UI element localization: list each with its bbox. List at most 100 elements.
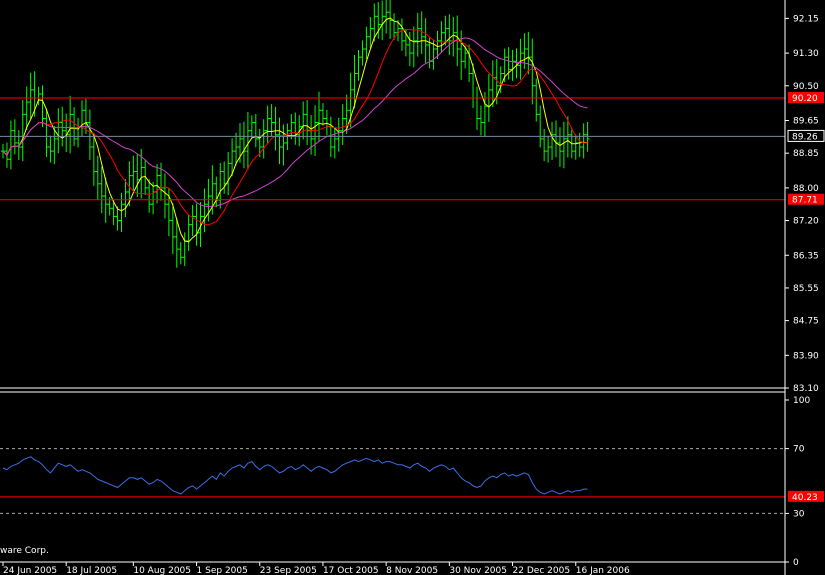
ohlc-bar	[415, 12, 420, 57]
ohlc-bar	[538, 105, 543, 148]
ohlc-bar	[8, 120, 13, 170]
ohlc-bar	[317, 91, 321, 142]
ohlc-bar	[68, 95, 73, 154]
ohlc-bar	[80, 100, 84, 137]
date-tick-label: 22 Dec 2005	[513, 566, 571, 575]
price-tick-label: 87.20	[793, 217, 819, 227]
ohlc-bar	[273, 106, 278, 151]
ohlc-bar	[194, 203, 199, 246]
price-tick-label: 86.35	[793, 251, 819, 261]
trading-chart: 92.15 91.30 90.50 89.65 88.85 88.00 87.20 86.35…	[0, 0, 825, 575]
ohlc-bar	[526, 31, 531, 75]
ohlc-bar	[44, 108, 49, 158]
ohlc-bar	[186, 214, 191, 251]
ohlc-bar	[301, 101, 306, 140]
date-tick-label: 16 Jan 2006	[576, 566, 630, 575]
ohlc-bar	[459, 30, 464, 80]
ohlc-bar	[249, 115, 254, 138]
ohlc-bar	[546, 135, 551, 163]
copyright-text: ware Corp.	[0, 546, 49, 556]
date-tick-label: 8 Nov 2005	[386, 566, 438, 575]
ohlc-bar	[162, 173, 167, 219]
ohlc-bar	[281, 124, 286, 166]
axes: 92.15 91.30 90.50 89.65 88.85 88.00 87.20 86.35…	[0, 0, 825, 575]
ohlc-bar	[324, 109, 329, 136]
ohlc-bar	[226, 151, 231, 196]
price-tick-label: 92.15	[793, 14, 819, 24]
oscillator-line	[2, 456, 588, 495]
ohlc-bar	[257, 128, 262, 158]
ohlc-bar	[87, 109, 92, 160]
ohlc-bar	[340, 104, 345, 145]
ohlc-bar	[320, 103, 325, 126]
price-level-label: 87.71	[792, 196, 818, 206]
ohlc-bar	[119, 192, 124, 232]
ohlc-bar	[293, 112, 298, 145]
date-tick-label: 30 Nov 2005	[449, 566, 507, 575]
ohlc-bar	[439, 21, 444, 53]
price-tick-label: 85.55	[793, 284, 819, 294]
ohlc-bar	[76, 118, 81, 148]
ohlc-bar	[20, 100, 25, 162]
ohlc-bar	[581, 123, 586, 159]
ohlc-bar	[218, 162, 223, 209]
ohlc-bar	[253, 113, 258, 148]
ohlc-bar	[447, 14, 452, 56]
date-tick-label: 17 Oct 2005	[323, 566, 379, 575]
ohlc-bar	[123, 179, 128, 218]
osc-tick-label: 70	[793, 445, 805, 455]
ohlc-bar	[467, 44, 472, 83]
price-tick-label: 83.10	[793, 384, 819, 394]
price-tick-label: 88.00	[793, 184, 819, 194]
osc-tick-label: 30	[793, 509, 805, 519]
ohlc-bar	[60, 106, 65, 147]
ohlc-bar	[356, 50, 361, 81]
date-tick-label: 24 Jun 2005	[3, 566, 57, 575]
ohlc-bar	[399, 18, 404, 51]
price-tick-label: 91.30	[793, 49, 819, 59]
ohlc-bar	[557, 127, 562, 167]
ohlc-bar	[151, 181, 156, 215]
ohlc-bar	[554, 120, 558, 158]
ohlc-bar	[40, 85, 45, 128]
ohlc-bar	[72, 107, 77, 147]
ohlc-bar	[380, 0, 385, 41]
osc-tick-label: 100	[793, 396, 810, 406]
ohlc-bar	[261, 119, 266, 159]
ohlc-bar	[99, 166, 104, 214]
ohlc-bar	[534, 78, 539, 122]
date-tick-label: 18 Jul 2005	[66, 566, 117, 575]
ohlc-bar	[202, 188, 207, 233]
ohlc-bar	[190, 205, 195, 237]
price-level-label: 90.20	[792, 94, 818, 104]
ohlc-bar	[241, 121, 246, 169]
price-tick-label: 84.75	[793, 317, 819, 327]
ohlc-bar	[155, 164, 160, 204]
ohlc-bar	[530, 38, 535, 105]
ohlc-bar	[336, 117, 341, 152]
oscillator-panel	[0, 448, 785, 514]
osc-tick-label: 0	[793, 558, 799, 568]
ohlc-bar	[131, 155, 136, 192]
ohlc-bar	[147, 179, 152, 213]
price-tick-label: 89.65	[793, 116, 819, 126]
ohlc-bar	[550, 121, 555, 160]
ohlc-bar	[348, 72, 353, 128]
date-tick-label: 1 Sep 2005	[197, 566, 248, 575]
date-tick-label: 10 Aug 2005	[133, 566, 191, 575]
price-tick-label: 83.90	[793, 351, 819, 361]
price-level-label: 89.26	[792, 132, 818, 142]
price-tick-label: 90.50	[793, 82, 819, 92]
ohlc-bar	[411, 26, 416, 68]
ohlc-bar	[364, 26, 369, 60]
price-panel	[0, 0, 785, 268]
date-tick-label: 23 Sep 2005	[260, 566, 317, 575]
ohlc-bar	[542, 128, 547, 162]
ohlc-bar	[178, 241, 183, 265]
ohlc-bar	[265, 105, 270, 144]
ohlc-bar	[475, 86, 479, 130]
ohlc-bar	[478, 105, 483, 136]
ohlc-bar	[56, 108, 61, 154]
ohlc-bar	[360, 40, 365, 66]
ohlc-bar	[277, 117, 282, 165]
